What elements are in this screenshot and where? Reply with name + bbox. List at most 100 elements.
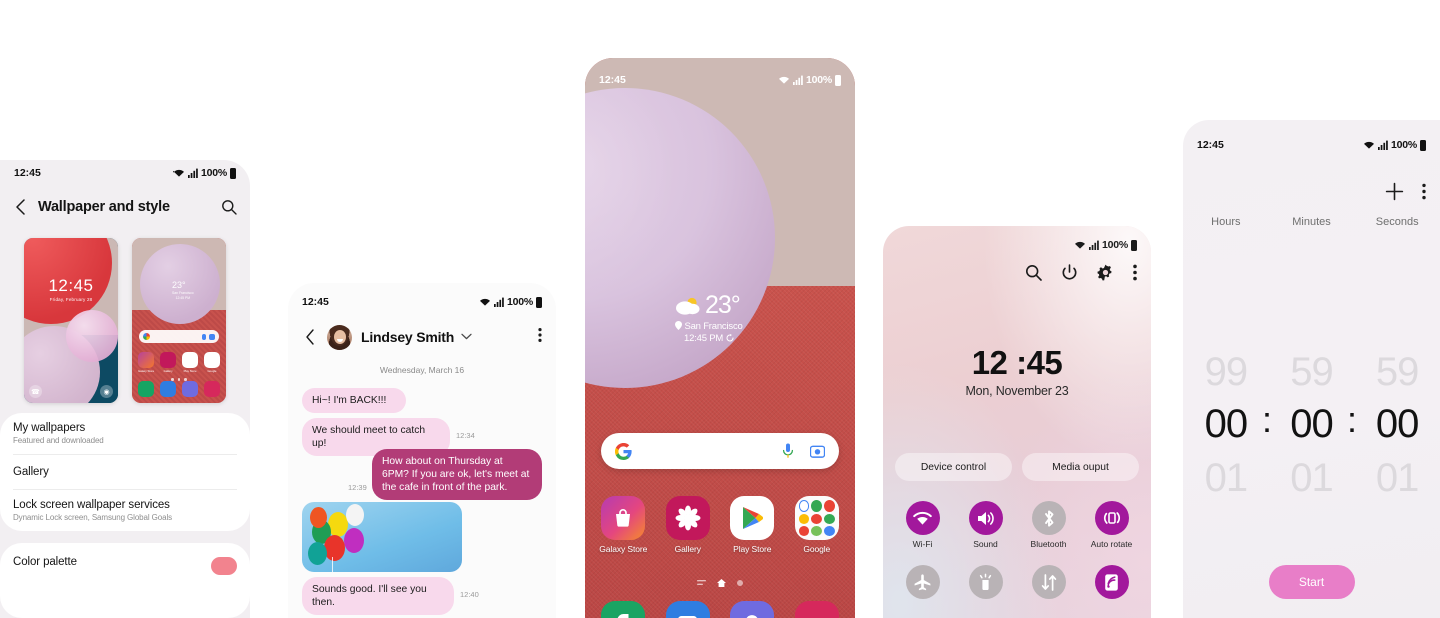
start-button[interactable]: Start [1268, 565, 1355, 599]
search-icon[interactable] [1025, 264, 1042, 281]
label-minutes: Minutes [1292, 216, 1331, 228]
toggle-bluetooth[interactable]: Bluetooth [1017, 501, 1080, 549]
media-output-button[interactable]: Media ouput [1022, 453, 1139, 481]
more-vertical-icon[interactable] [1422, 183, 1426, 205]
weather-widget[interactable]: 23° San Francisco 12:45 PM [675, 291, 743, 344]
wallpaper-options-card: My wallpapers Featured and downloaded Ga… [0, 413, 250, 531]
status-indicators: 100% [778, 74, 841, 86]
app-galaxy-store[interactable]: Galaxy Store [595, 496, 651, 554]
chevron-down-icon[interactable] [461, 332, 472, 343]
status-time: 12:45 [14, 167, 41, 179]
message-text: Hi~! I'm BACK!!! [312, 395, 387, 406]
toggle-mobile-hotspot[interactable] [1080, 565, 1143, 603]
list-item-title: Color palette [13, 556, 77, 568]
messages-icon[interactable] [665, 601, 710, 618]
message-bubble-outgoing[interactable]: How about on Thursday at 6PM? If you are… [372, 449, 542, 500]
timer-column-labels: Hours Minutes Seconds [1183, 216, 1440, 228]
list-item-lock-screen-wallpaper-services[interactable]: Lock screen wallpaper services Dynamic L… [0, 490, 250, 531]
wifi-icon [1363, 141, 1374, 149]
conversation-header: Lindsey Smith [288, 317, 556, 357]
toggle-auto-rotate[interactable]: Auto rotate [1080, 501, 1143, 549]
list-item-color-palette[interactable]: Color palette [0, 543, 250, 577]
message-image-balloons[interactable] [302, 502, 462, 572]
separator-2: : [1347, 399, 1358, 440]
status-bar: 12:45 100% [585, 67, 855, 93]
location-pin-icon [675, 321, 682, 330]
app-gallery[interactable]: Gallery [660, 496, 716, 554]
google-search-bar[interactable] [601, 433, 839, 469]
toggle-sound[interactable]: Sound [954, 501, 1017, 549]
refresh-icon[interactable] [726, 334, 734, 342]
back-arrow-icon[interactable] [302, 327, 318, 347]
avatar[interactable] [327, 324, 352, 350]
timer-values-below[interactable]: 01 01 01 [1183, 456, 1440, 501]
home-page-icon[interactable] [717, 579, 726, 587]
page-dot-icon[interactable] [737, 580, 743, 586]
status-bar: 100% [883, 232, 1151, 258]
google-lens-icon[interactable] [810, 444, 825, 459]
toggle-flashlight[interactable] [954, 565, 1017, 603]
back-arrow-icon[interactable] [10, 197, 30, 217]
message-bubble-incoming[interactable]: Sounds good. I'll see you then. [302, 577, 454, 615]
list-item-my-wallpapers[interactable]: My wallpapers Featured and downloaded [0, 413, 250, 454]
preview-app: Play Store [182, 352, 199, 373]
more-vertical-icon[interactable] [1133, 264, 1137, 281]
minutes-value: 00 [1290, 402, 1333, 446]
power-icon[interactable] [1061, 264, 1078, 281]
camera-icon[interactable] [794, 601, 839, 618]
balloon [344, 528, 364, 553]
screenshot-canvas: 12:45 100% Wallpaper and style 12:45 Fri… [0, 0, 1440, 618]
device-control-button[interactable]: Device control [895, 453, 1012, 481]
quick-settings-pills: Device control Media ouput [895, 453, 1139, 481]
wifi-icon [1074, 241, 1085, 249]
preview-home-location: San Francisco [172, 291, 194, 295]
list-item-title: Gallery [13, 466, 49, 478]
toggle-label: Auto rotate [1090, 539, 1133, 549]
battery-percent: 100% [506, 296, 533, 308]
date-divider: Wednesday, March 16 [379, 365, 465, 375]
home-screen-preview[interactable]: 23° San Francisco 12:45 PM Galaxy Store … [132, 238, 226, 403]
hours-value: 00 [1204, 402, 1248, 446]
signal-icon [1377, 140, 1388, 150]
status-indicators: 100% [1363, 139, 1426, 151]
toggle-airplane-mode[interactable] [891, 565, 954, 603]
toggle-mobile-data[interactable] [1017, 565, 1080, 603]
toggle-label: Sound [973, 539, 998, 549]
minutes-above: 59 [1290, 350, 1333, 394]
lock-screen-preview[interactable]: 12:45 Friday, February 28 ☎ ◉ [24, 238, 118, 403]
color-swatch[interactable] [211, 557, 237, 575]
toggle-label: Bluetooth [1030, 539, 1067, 549]
gallery-icon [665, 496, 710, 540]
list-item-gallery[interactable]: Gallery [0, 455, 250, 489]
battery-icon [536, 296, 542, 308]
microphone-icon[interactable] [782, 443, 794, 459]
more-vertical-icon[interactable] [538, 327, 542, 348]
apps-page-icon[interactable] [697, 579, 706, 587]
app-google-folder[interactable]: Google [789, 496, 845, 554]
quick-settings-header-icons [1025, 264, 1137, 281]
timer-values-selected[interactable]: 00 00 00 : : [1183, 399, 1440, 447]
message-bubble-incoming[interactable]: Hi~! I'm BACK!!! [302, 388, 406, 413]
app-play-store[interactable]: Play Store [724, 496, 780, 554]
search-icon[interactable] [218, 196, 240, 218]
settings-gear-icon[interactable] [1097, 264, 1114, 281]
status-time: 12:45 [599, 74, 626, 86]
weather-temp-row: 23° [675, 291, 743, 320]
phone-icon[interactable] [601, 601, 646, 618]
preview-home-search-bar [139, 330, 219, 343]
status-indicators: 100% [479, 296, 542, 308]
timer-values-above[interactable]: 99 59 59 [1183, 350, 1440, 395]
wifi-icon [778, 76, 789, 84]
battery-icon [835, 74, 841, 86]
clock-date: Mon, November 23 [965, 384, 1069, 398]
preview-phone-shortcut-icon: ☎ [29, 385, 42, 398]
status-time: 12:45 [1197, 139, 1224, 151]
status-indicators: 100% [1074, 239, 1137, 251]
toggle-wifi[interactable]: Wi-Fi [891, 501, 954, 549]
color-palette-card: Color palette [0, 543, 250, 618]
signal-icon [1088, 240, 1099, 250]
samsung-internet-icon[interactable] [730, 601, 775, 618]
airplane-mode-icon [905, 565, 940, 599]
plus-icon[interactable] [1385, 182, 1404, 206]
signal-icon [493, 297, 504, 307]
